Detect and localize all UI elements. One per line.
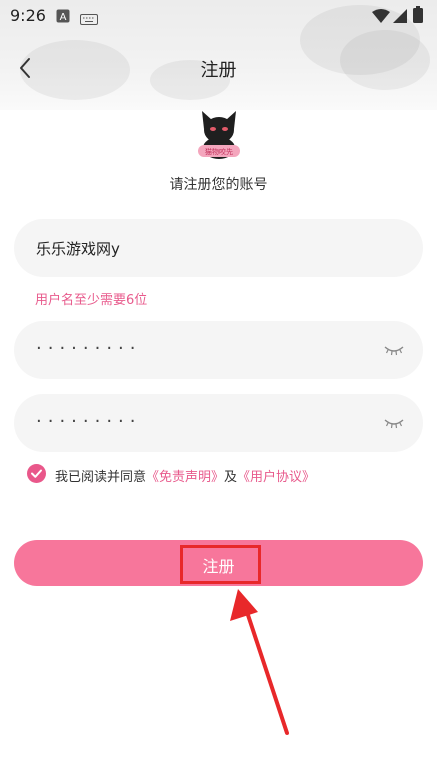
annotation-arrow xyxy=(230,589,289,735)
